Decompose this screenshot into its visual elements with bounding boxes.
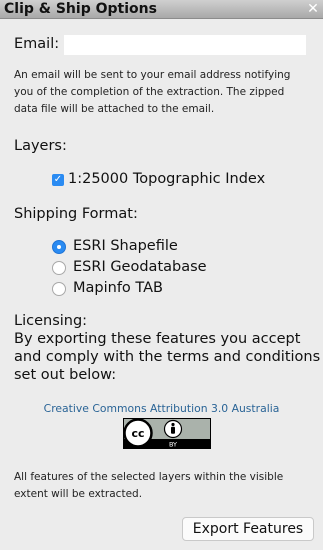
svg-text:cc: cc xyxy=(131,427,144,440)
radio-label-esri-shapefile: ESRI Shapefile xyxy=(73,238,178,254)
creative-commons-icon: cc xyxy=(123,418,153,448)
licensing-heading: Licensing: xyxy=(14,313,88,329)
licensing-text-line-1: By exporting these features you accept xyxy=(14,331,301,347)
export-features-button[interactable]: Export Features xyxy=(182,517,314,541)
email-label: Email: xyxy=(14,36,60,52)
cc-by-license-badge[interactable]: cc BY xyxy=(123,418,211,449)
layer-checkbox-topographic-index[interactable]: ✓ xyxy=(52,174,64,186)
email-note-line-1: An email will be sent to your email addr… xyxy=(14,69,291,81)
radio-label-esri-geodatabase: ESRI Geodatabase xyxy=(73,259,207,275)
licensing-text-line-2: and comply with the terms and conditions xyxy=(14,349,321,365)
badge-by-label: BY xyxy=(169,440,177,448)
dialog-titlebar: Clip & Ship Options ✕ xyxy=(0,0,323,19)
licensing-text-line-3: set out below: xyxy=(14,367,117,383)
email-note-line-3: data file will be attached to the email. xyxy=(14,103,215,115)
extraction-note-line-1: All features of the selected layers with… xyxy=(14,471,284,483)
radio-esri-geodatabase[interactable] xyxy=(52,261,66,275)
layer-label-topographic-index: 1:25000 Topographic Index xyxy=(68,171,266,187)
shipping-format-heading: Shipping Format: xyxy=(14,206,138,222)
layers-heading: Layers: xyxy=(14,138,67,154)
radio-mapinfo-tab[interactable] xyxy=(52,282,66,296)
license-link[interactable]: Creative Commons Attribution 3.0 Austral… xyxy=(0,402,323,415)
email-input[interactable] xyxy=(64,35,306,55)
attribution-person-icon xyxy=(163,419,183,439)
radio-label-mapinfo-tab: Mapinfo TAB xyxy=(73,280,164,296)
radio-esri-shapefile[interactable] xyxy=(52,240,66,254)
email-note-line-2: you of the completion of the extraction.… xyxy=(14,86,285,98)
extraction-note-line-2: extent will be extracted. xyxy=(14,488,143,500)
close-icon[interactable]: ✕ xyxy=(306,2,320,16)
dialog-title: Clip & Ship Options xyxy=(4,1,157,17)
